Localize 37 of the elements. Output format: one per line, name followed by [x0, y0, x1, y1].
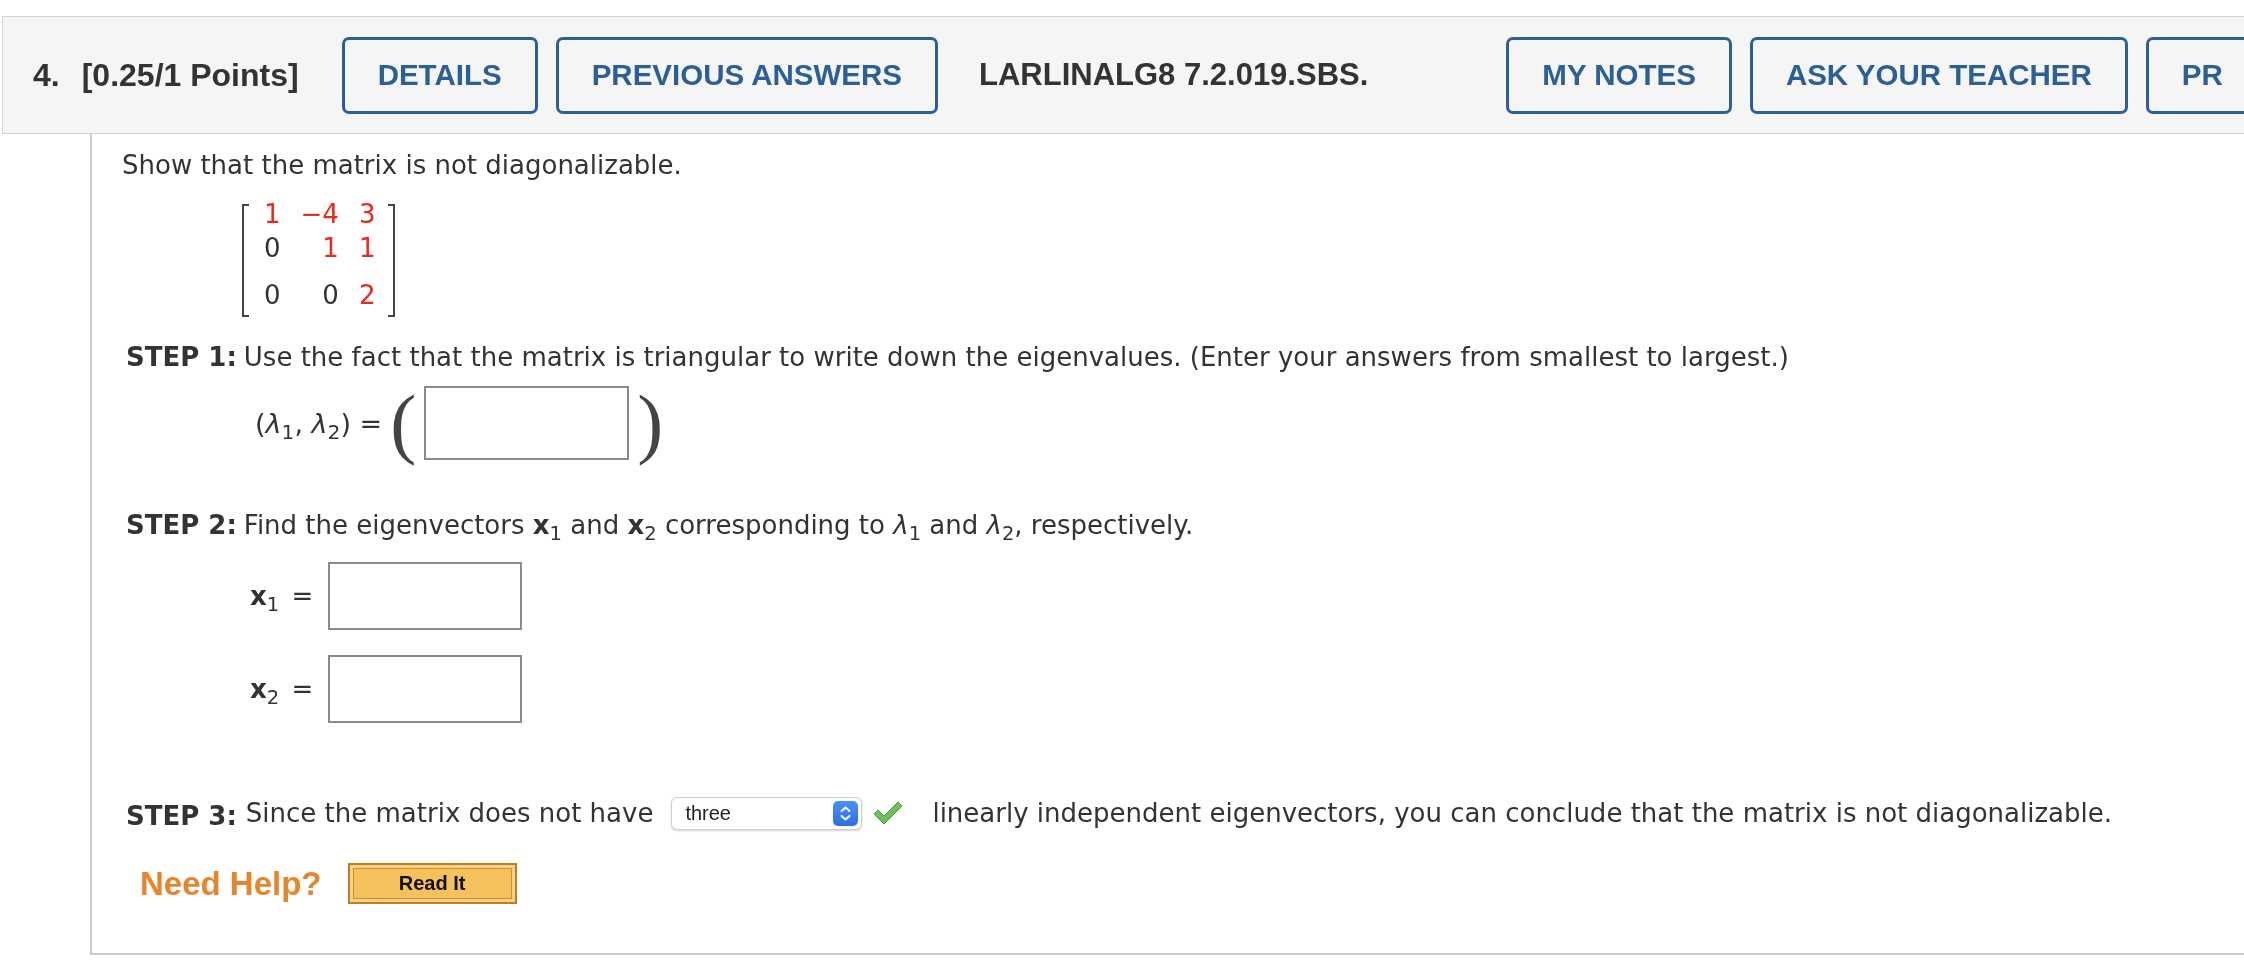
answer-label: x$_{2}$ =	[250, 673, 315, 705]
question-number: 4.	[33, 56, 60, 94]
step-label: STEP 3:	[126, 802, 237, 831]
assignment-code: LARLINALG8 7.2.019.SBS.	[979, 57, 1369, 93]
matrix-entry: 1	[264, 200, 281, 229]
step-label: STEP 1:	[126, 342, 237, 373]
help-button[interactable]: Read It	[347, 863, 517, 904]
header-button[interactable]: ASK YOUR TEACHER	[1749, 36, 2128, 114]
step-instruction: Use the fact that the matrix is triangular to write down the eigenvalues. (Enter your answers from smallest to largest.)	[243, 342, 1789, 373]
open-parenthesis: (	[390, 381, 417, 465]
matrix-entry: 0	[264, 281, 281, 310]
question-prompt: Show that the matrix is not diagonalizable.	[122, 150, 683, 181]
answer-dropdown[interactable]: three	[671, 796, 863, 830]
step-label: STEP 2:	[126, 510, 237, 541]
matrix-entry: 1	[321, 234, 339, 263]
answer-label: (λ$_{1}$, λ$_{2}$) =	[255, 407, 383, 439]
matrix-entry: 2	[358, 281, 376, 310]
matrix-entry: 3	[358, 200, 376, 229]
matrix-entry: −4	[300, 200, 339, 229]
answer-label: x$_{1}$ =	[250, 580, 315, 612]
answer-field[interactable]	[328, 562, 522, 630]
header-button[interactable]: PR	[2145, 36, 2244, 114]
help-label: Need Help?	[140, 864, 322, 903]
matrix-entry: 0	[321, 281, 339, 310]
header-button[interactable]: DETAILS	[341, 36, 538, 114]
header-button[interactable]: MY NOTES	[1506, 36, 1732, 114]
sentence-text: Since the matrix does not have	[245, 797, 654, 829]
close-parenthesis: )	[637, 381, 664, 465]
matrix-entry: 1	[358, 234, 376, 263]
sentence-text: linearly independent eigenvectors, you can conclude that the matrix is not diagonalizable.	[932, 797, 2113, 829]
stepper-icon	[833, 800, 859, 826]
answer-field[interactable]	[424, 386, 630, 460]
answer-field[interactable]	[328, 655, 522, 723]
matrix-entry: 0	[264, 234, 281, 263]
points-score: [0.25/1 Points]	[81, 56, 299, 94]
header-button[interactable]: PREVIOUS ANSWERS	[555, 36, 938, 114]
step-instruction: Find the eigenvectors x$_{1}$ and x$_{2}$ corresponding to λ$_{1}$ and λ$_{2}$, respectively.	[243, 510, 1194, 541]
